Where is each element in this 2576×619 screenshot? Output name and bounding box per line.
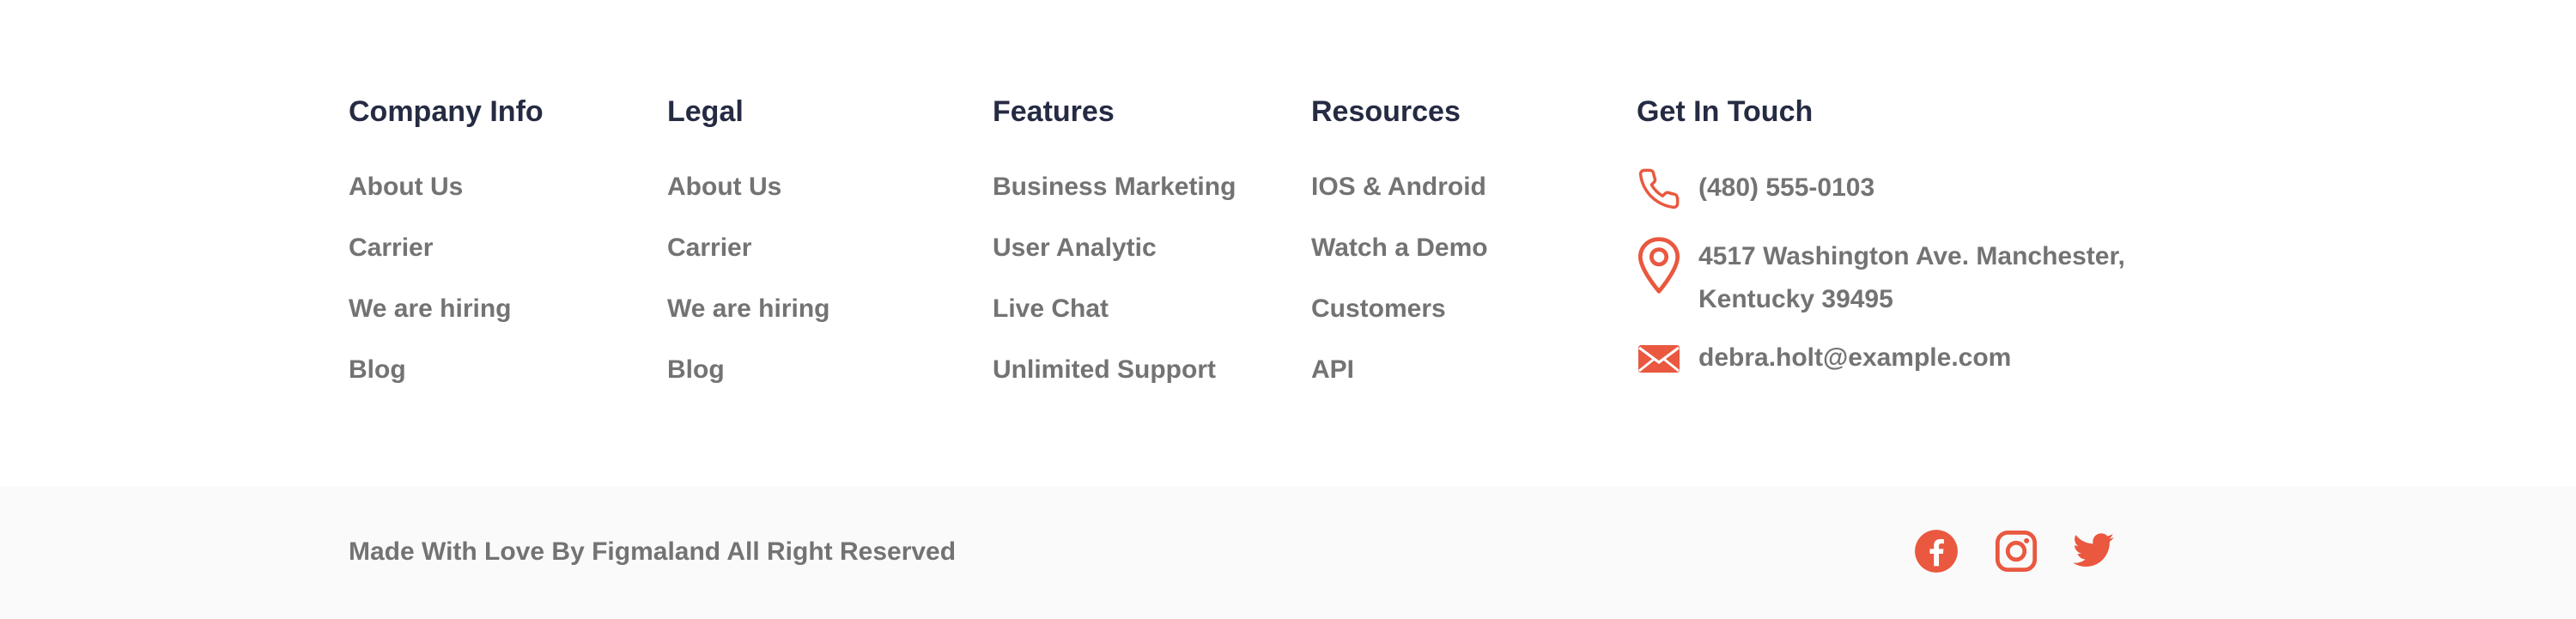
footer-bottom: Made With Love By Figmaland All Right Re…	[0, 486, 2576, 619]
mail-icon	[1637, 337, 1681, 381]
footer-link[interactable]: Unlimited Support	[993, 353, 1236, 387]
location-pin-icon	[1637, 235, 1681, 295]
footer-link[interactable]: User Analytic	[993, 231, 1236, 265]
link-list: About Us Carrier We are hiring Blog	[667, 170, 830, 387]
footer-column-features: Features Business Marketing User Analyti…	[993, 94, 1236, 414]
footer-link[interactable]: We are hiring	[349, 292, 544, 326]
column-heading: Legal	[667, 95, 744, 128]
contact-address-row: 4517 Washington Ave. Manchester, Kentuck…	[1637, 235, 2125, 321]
link-list: IOS & Android Watch a Demo Customers API	[1311, 170, 1488, 387]
address-line-2: Kentucky 39495	[1698, 285, 1893, 313]
footer-link[interactable]: IOS & Android	[1311, 170, 1488, 204]
footer-column-legal: Legal About Us Carrier We are hiring Blo…	[667, 94, 830, 414]
contact-email-row: debra.holt@example.com	[1637, 337, 2011, 381]
footer-link[interactable]: Live Chat	[993, 292, 1236, 326]
footer-link[interactable]: Carrier	[349, 231, 544, 265]
contact-phone-row: (480) 555-0103	[1637, 167, 1874, 211]
instagram-icon[interactable]	[1994, 529, 2038, 573]
footer-column-company-info: Company Info About Us Carrier We are hir…	[349, 94, 544, 414]
phone-icon	[1637, 167, 1681, 211]
link-list: About Us Carrier We are hiring Blog	[349, 170, 544, 387]
footer-link[interactable]: Customers	[1311, 292, 1488, 326]
footer-link[interactable]: We are hiring	[667, 292, 830, 326]
column-heading: Company Info	[349, 95, 544, 128]
footer-link[interactable]: About Us	[667, 170, 830, 204]
footer-link[interactable]: Business Marketing	[993, 170, 1236, 204]
footer-column-resources: Resources IOS & Android Watch a Demo Cus…	[1311, 94, 1488, 414]
footer-link[interactable]: Watch a Demo	[1311, 231, 1488, 265]
address-line-1: 4517 Washington Ave. Manchester,	[1698, 242, 2125, 270]
link-list: Business Marketing User Analytic Live Ch…	[993, 170, 1236, 387]
twitter-icon[interactable]	[2071, 529, 2116, 573]
column-heading: Get In Touch	[1637, 95, 1814, 128]
footer-link[interactable]: About Us	[349, 170, 544, 204]
contact-address: 4517 Washington Ave. Manchester, Kentuck…	[1698, 235, 2125, 321]
footer-link[interactable]: Blog	[667, 353, 830, 387]
footer-link[interactable]: Blog	[349, 353, 544, 387]
footer-link[interactable]: API	[1311, 353, 1488, 387]
contact-phone[interactable]: (480) 555-0103	[1698, 167, 1874, 209]
column-heading: Resources	[1311, 95, 1461, 128]
footer-contact: Get In Touch (480) 555-0103 4517 Washing…	[1637, 94, 2238, 373]
copyright-text: Made With Love By Figmaland All Right Re…	[349, 537, 957, 566]
contact-email[interactable]: debra.holt@example.com	[1698, 337, 2011, 379]
footer-top: Company Info About Us Carrier We are hir…	[0, 0, 2576, 486]
footer-link[interactable]: Carrier	[667, 231, 830, 265]
column-heading: Features	[993, 95, 1115, 128]
facebook-icon[interactable]	[1914, 529, 1959, 573]
